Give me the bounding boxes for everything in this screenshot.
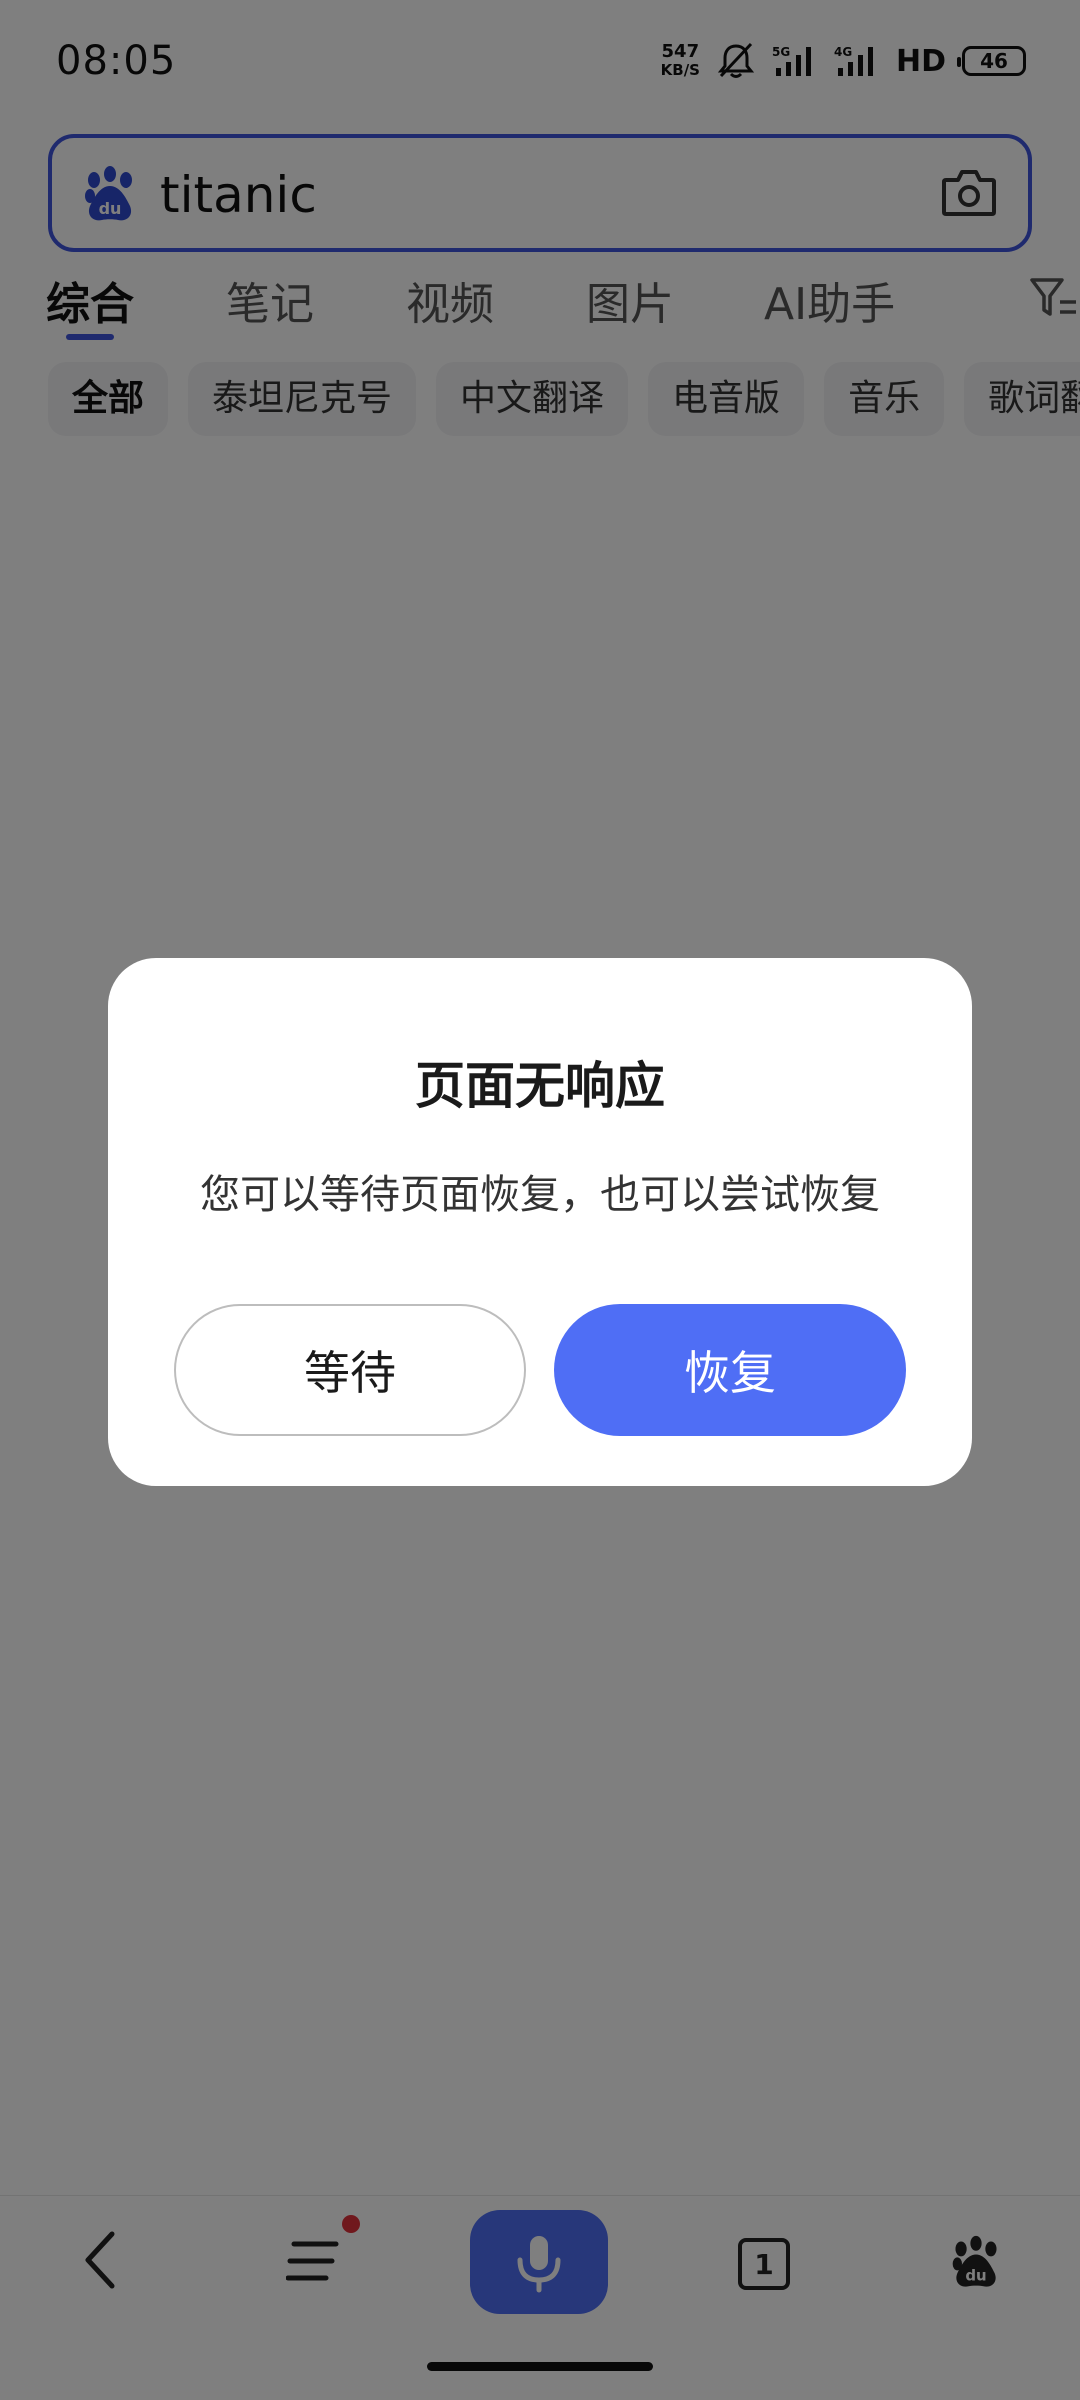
dialog-message: 您可以等待页面恢复，也可以尝试恢复 [200,1172,880,1218]
wait-button[interactable]: 等待 [174,1304,526,1436]
page: 08:05 547 KB/S 5G 4G [0,0,1080,2400]
dialog-title: 页面无响应 [415,1057,665,1115]
page-unresponsive-dialog: 页面无响应 您可以等待页面恢复，也可以尝试恢复 等待 恢复 [108,958,972,1486]
restore-button[interactable]: 恢复 [554,1304,906,1436]
